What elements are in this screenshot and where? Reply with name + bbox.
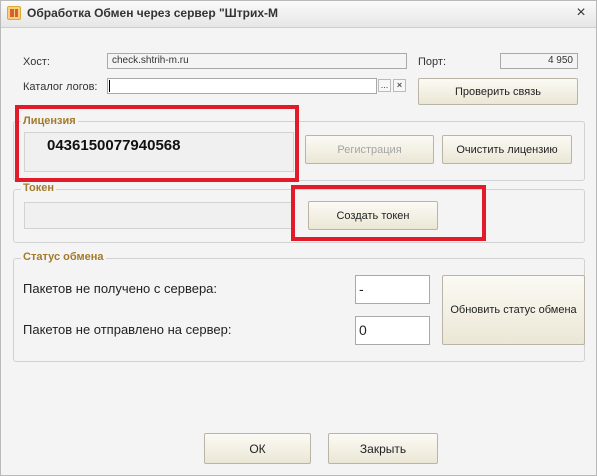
port-field[interactable]: 4 950 bbox=[500, 53, 578, 69]
create-token-highlight bbox=[291, 185, 486, 241]
not-sent-label: Пакетов не отправлено на сервер: bbox=[23, 322, 232, 337]
not-received-label: Пакетов не получено с сервера: bbox=[23, 281, 218, 296]
token-group-title: Токен bbox=[21, 182, 57, 194]
text-cursor bbox=[109, 80, 110, 92]
not-sent-value: 0 bbox=[355, 316, 430, 345]
host-field[interactable]: check.shtrih-m.ru bbox=[107, 53, 407, 69]
host-label: Хост: bbox=[23, 56, 50, 68]
register-button[interactable]: Регистрация bbox=[305, 135, 434, 164]
license-highlight bbox=[15, 105, 299, 182]
app-icon bbox=[7, 6, 21, 20]
window-title: Обработка Обмен через сервер "Штрих-М bbox=[27, 6, 278, 20]
log-dir-field[interactable] bbox=[107, 78, 377, 94]
ok-button[interactable]: ОК bbox=[204, 433, 311, 464]
clear-license-button[interactable]: Очистить лицензию bbox=[442, 135, 572, 164]
refresh-status-button[interactable]: Обновить статус обмена bbox=[442, 275, 585, 345]
exchange-status-title: Статус обмена bbox=[21, 251, 106, 263]
check-connection-button[interactable]: Проверить связь bbox=[418, 78, 578, 105]
log-dir-label: Каталог логов: bbox=[23, 81, 98, 93]
title-bar: Обработка Обмен через сервер "Штрих-М × bbox=[1, 1, 596, 28]
clear-path-icon[interactable]: × bbox=[393, 79, 406, 92]
close-button[interactable]: Закрыть bbox=[328, 433, 438, 464]
token-field bbox=[24, 202, 294, 229]
port-label: Порт: bbox=[418, 56, 446, 68]
dialog-window: Обработка Обмен через сервер "Штрих-М × … bbox=[0, 0, 597, 476]
not-received-value: - bbox=[355, 275, 430, 304]
browse-button[interactable]: ... bbox=[378, 79, 391, 92]
close-icon[interactable]: × bbox=[572, 4, 590, 22]
